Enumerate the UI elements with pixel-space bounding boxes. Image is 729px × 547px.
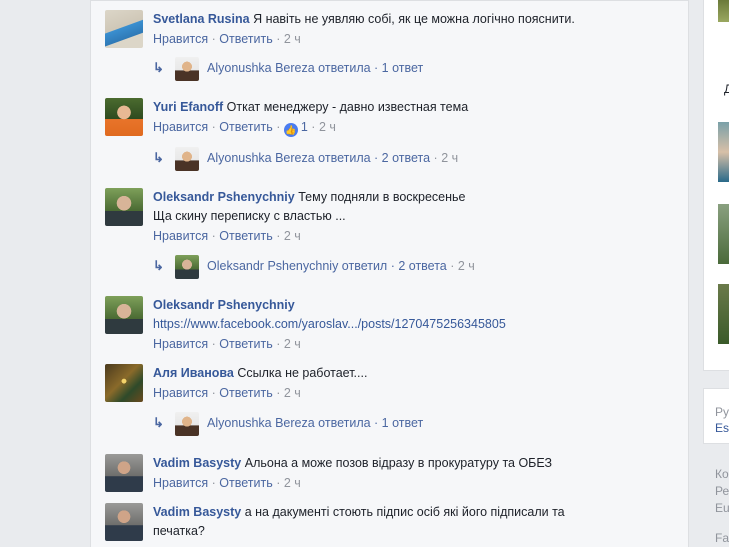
comment-text: Откат менеджеру - давно известная тема	[226, 100, 469, 114]
sidebar-letter: Д	[724, 82, 729, 96]
comment-text: Альона а може позов відразу в прокуратур…	[244, 456, 552, 470]
comment-time[interactable]: 2 ч	[284, 476, 301, 490]
comment-time[interactable]: 2 ч	[284, 32, 301, 46]
like-link[interactable]: Нравится	[153, 229, 208, 243]
replies-summary-time: 2 ч	[441, 151, 459, 165]
avatar[interactable]	[105, 296, 143, 334]
avatar[interactable]	[105, 188, 143, 226]
comment-author[interactable]: Oleksandr Pshenychniy	[153, 190, 295, 204]
like-link[interactable]: Нравится	[153, 386, 208, 400]
comment-link[interactable]: https://www.facebook.com/yaroslav.../pos…	[153, 317, 506, 331]
reply-link[interactable]: Ответить	[219, 229, 272, 243]
comment-author[interactable]: Svetlana Rusina	[153, 12, 250, 26]
replies-summary-time: 2 ч	[457, 259, 475, 273]
comment-time[interactable]: 2 ч	[284, 229, 301, 243]
footer-link[interactable]: Ре	[715, 483, 729, 499]
thumbnail[interactable]	[718, 122, 729, 182]
avatar[interactable]	[105, 10, 143, 48]
comment-author[interactable]: Yuri Efanoff	[153, 100, 223, 114]
thumbnail[interactable]	[718, 204, 729, 264]
replies-summary[interactable]: ↳ Alyonushka Bereza ответила · 1 ответ	[153, 56, 423, 81]
reply-arrow-icon: ↳	[153, 258, 164, 273]
comment-time[interactable]: 2 ч	[319, 120, 336, 134]
comment-actions: Нравится · Ответить · 2 ч	[153, 229, 301, 243]
comment-author[interactable]: Vadim Basysty	[153, 505, 241, 519]
footer-link[interactable]: Ко	[715, 466, 729, 482]
replies-summary-text[interactable]: Alyonushka Bereza ответила · 2 ответа	[207, 151, 430, 165]
reaction-count[interactable]: 1	[301, 120, 308, 134]
reply-link[interactable]: Ответить	[219, 476, 272, 490]
avatar[interactable]	[105, 364, 143, 402]
replies-summary-text[interactable]: Alyonushka Bereza ответила · 1 ответ	[207, 61, 423, 75]
comment-actions: Нравится · Ответить · 2 ч	[153, 32, 301, 46]
replies-summary[interactable]: ↳ Alyonushka Bereza ответила · 2 ответа ·…	[153, 146, 459, 171]
comment-text: а на дакументі стоють підпис осіб які йо…	[244, 505, 565, 519]
replies-summary-text[interactable]: Oleksandr Pshenychniy ответил · 2 ответа	[207, 259, 447, 273]
reply-arrow-icon: ↳	[153, 60, 164, 75]
reply-link[interactable]: Ответить	[219, 386, 272, 400]
comment-author[interactable]: Oleksandr Pshenychniy	[153, 298, 295, 312]
language-link[interactable]: Es	[715, 420, 729, 436]
like-link[interactable]: Нравится	[153, 476, 208, 490]
comment-text-line2: Ща скину переписку с властью ...	[153, 209, 346, 223]
avatar[interactable]	[105, 98, 143, 136]
like-link[interactable]: Нравится	[153, 337, 208, 351]
feed-divider	[91, 0, 688, 1]
footer-copyright: Fa	[715, 531, 729, 545]
comment-text-line2: печатка?	[153, 524, 205, 538]
avatar	[175, 56, 199, 81]
replies-summary[interactable]: ↳ Alyonushka Bereza ответила · 1 ответ	[153, 411, 423, 436]
comment-time[interactable]: 2 ч	[284, 386, 301, 400]
comments-feed: Svetlana Rusina Я навіть не уявляю собі,…	[90, 0, 689, 547]
reply-link[interactable]: Ответить	[219, 120, 272, 134]
thumbs-up-icon[interactable]: 👍	[283, 123, 298, 137]
reply-link[interactable]: Ответить	[219, 32, 272, 46]
comment-time[interactable]: 2 ч	[284, 337, 301, 351]
reply-link[interactable]: Ответить	[219, 337, 272, 351]
reply-arrow-icon: ↳	[153, 150, 164, 165]
comment-author[interactable]: Аля Иванова	[153, 366, 234, 380]
language-current: Ру	[715, 405, 729, 419]
replies-summary-text[interactable]: Alyonushka Bereza ответила · 1 ответ	[207, 416, 423, 430]
avatar[interactable]	[105, 503, 143, 541]
comment-actions: Нравится · Ответить · 2 ч	[153, 386, 301, 400]
avatar	[175, 254, 199, 279]
thumbnail[interactable]	[718, 284, 729, 344]
reply-arrow-icon: ↳	[153, 415, 164, 430]
comment-text: Я навіть не уявляю собі, як це можна лог…	[253, 12, 575, 26]
avatar	[175, 146, 199, 171]
avatar	[175, 411, 199, 436]
comment-actions: Нравится · Ответить · 2 ч	[153, 476, 301, 490]
like-link[interactable]: Нравится	[153, 120, 208, 134]
like-link[interactable]: Нравится	[153, 32, 208, 46]
thumbnail[interactable]	[718, 0, 729, 22]
comment-actions: Нравится · Ответить · 2 ч	[153, 337, 301, 351]
comment-text: Тему подняли в воскресенье	[298, 190, 466, 204]
footer-link[interactable]: Eu	[715, 500, 729, 516]
replies-summary[interactable]: ↳ Oleksandr Pshenychniy ответил · 2 ответ…	[153, 254, 475, 279]
right-sidebar-panel	[703, 0, 729, 371]
comment-author[interactable]: Vadim Basysty	[153, 456, 241, 470]
comment-text: Ссылка не работает....	[237, 366, 368, 380]
avatar[interactable]	[105, 454, 143, 492]
comment-actions: Нравится · Ответить · 👍 1 · 2 ч	[153, 120, 336, 137]
